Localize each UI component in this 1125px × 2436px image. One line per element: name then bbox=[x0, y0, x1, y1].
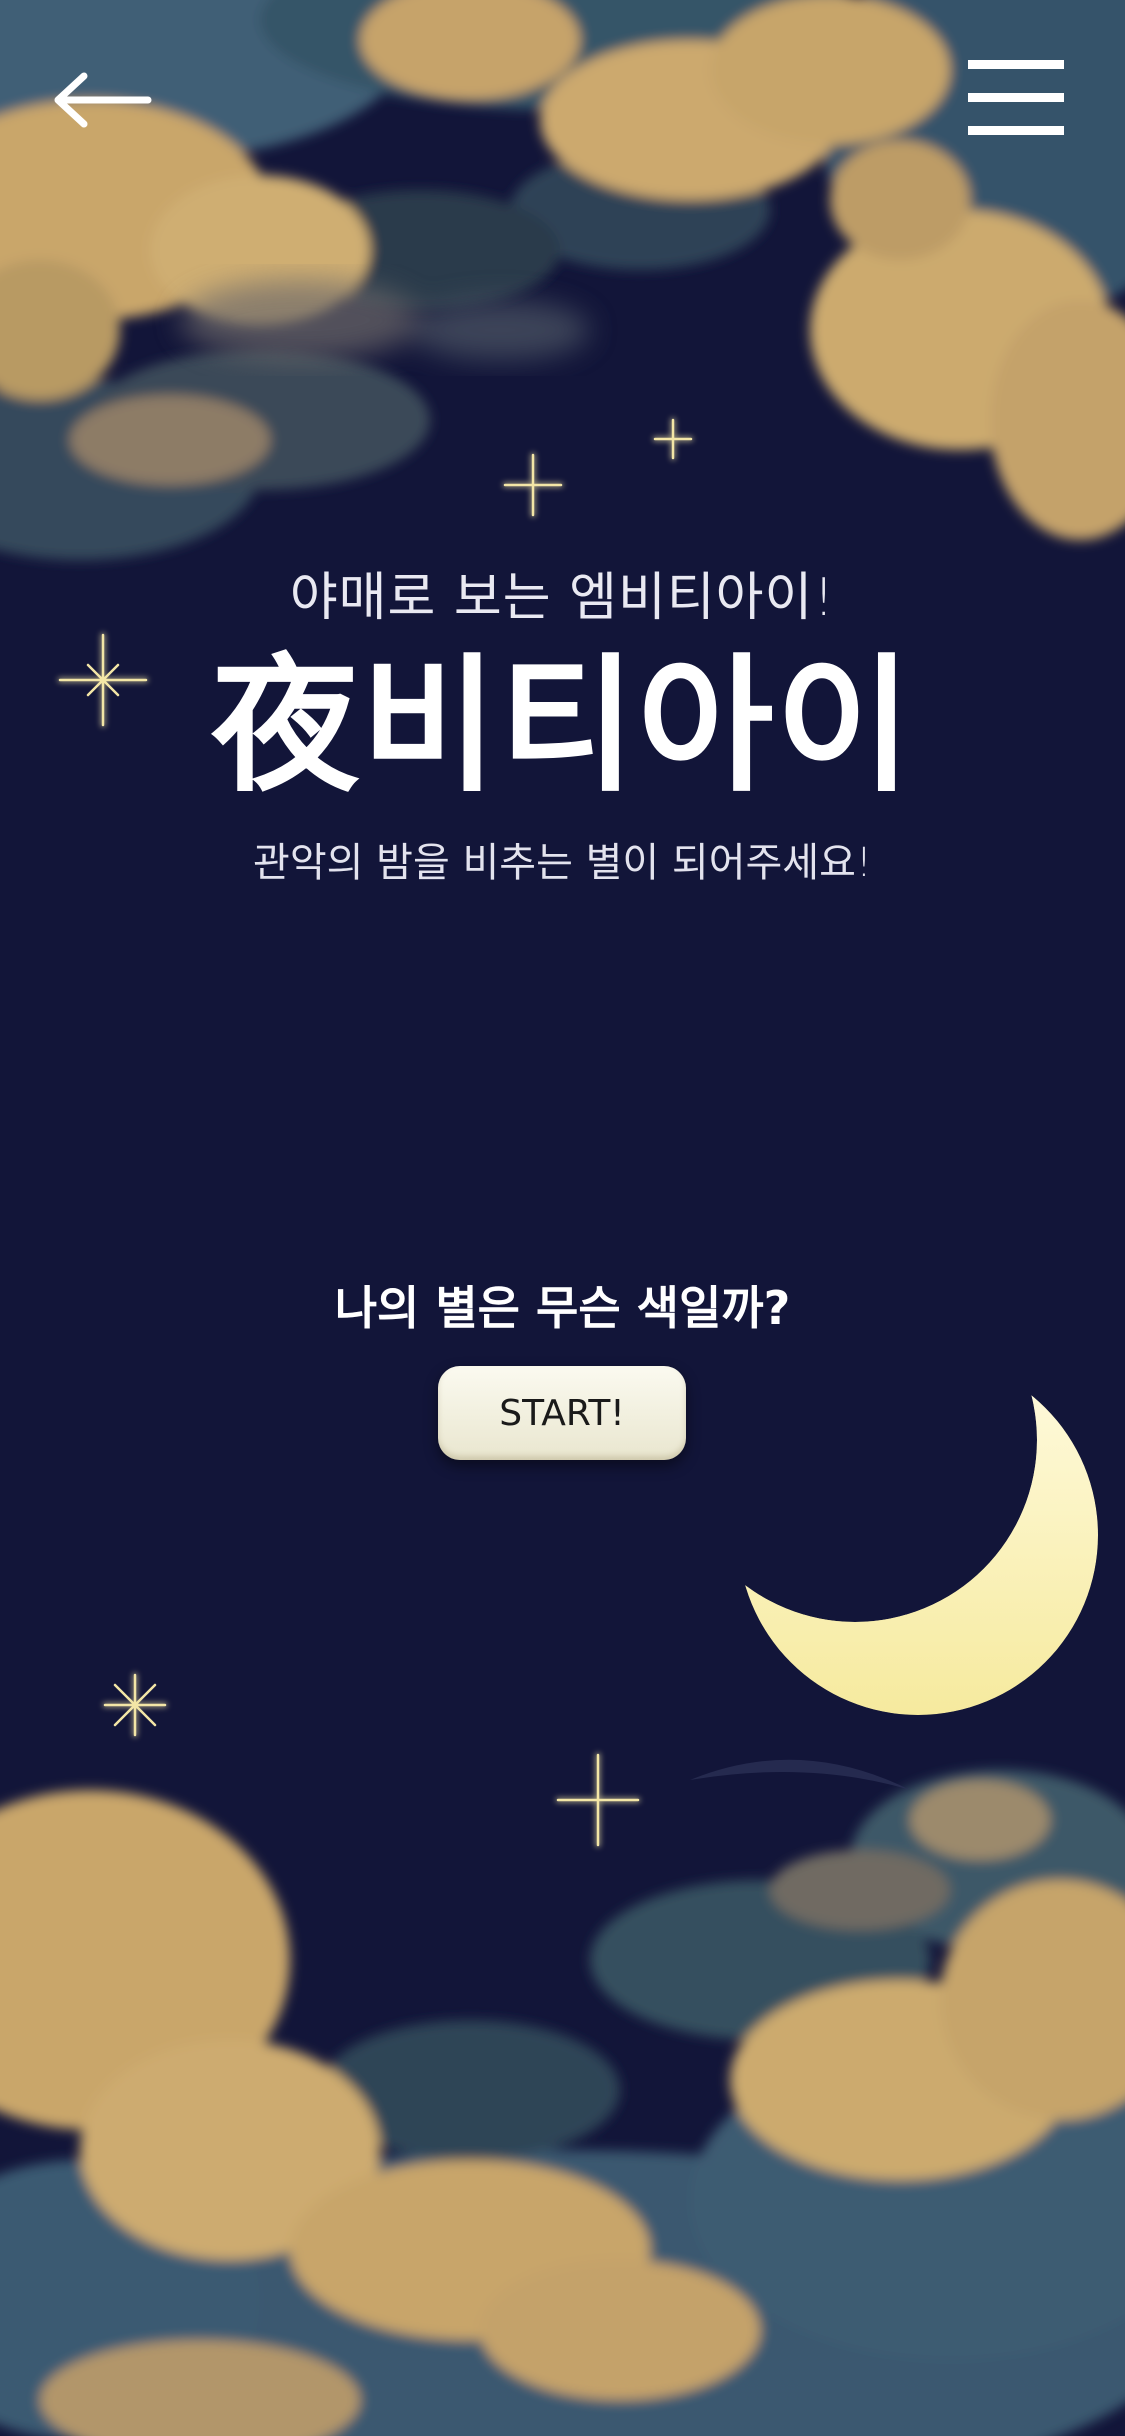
night-sky-illustration bbox=[0, 0, 1125, 2436]
app-tagline: 관악의 밤을 비추는 별이 되어주세요! bbox=[253, 840, 872, 886]
start-button[interactable]: START! bbox=[438, 1366, 686, 1460]
menu-button[interactable] bbox=[960, 55, 1070, 145]
app-subtitle: 야매로 보는 엠비티아이! bbox=[289, 568, 836, 628]
star-color-question: 나의 별은 무슨 색일까? bbox=[334, 1281, 791, 1335]
app-title: 夜비티아이 bbox=[211, 640, 914, 812]
arrow-left-icon bbox=[54, 72, 152, 128]
hamburger-menu-icon bbox=[968, 60, 1064, 135]
crescent-moon bbox=[738, 1355, 1098, 1715]
back-button[interactable] bbox=[50, 60, 160, 140]
home-screen: 야매로 보는 엠비티아이! 夜비티아이 관악의 밤을 비추는 별이 되어주세요!… bbox=[0, 0, 1125, 2436]
